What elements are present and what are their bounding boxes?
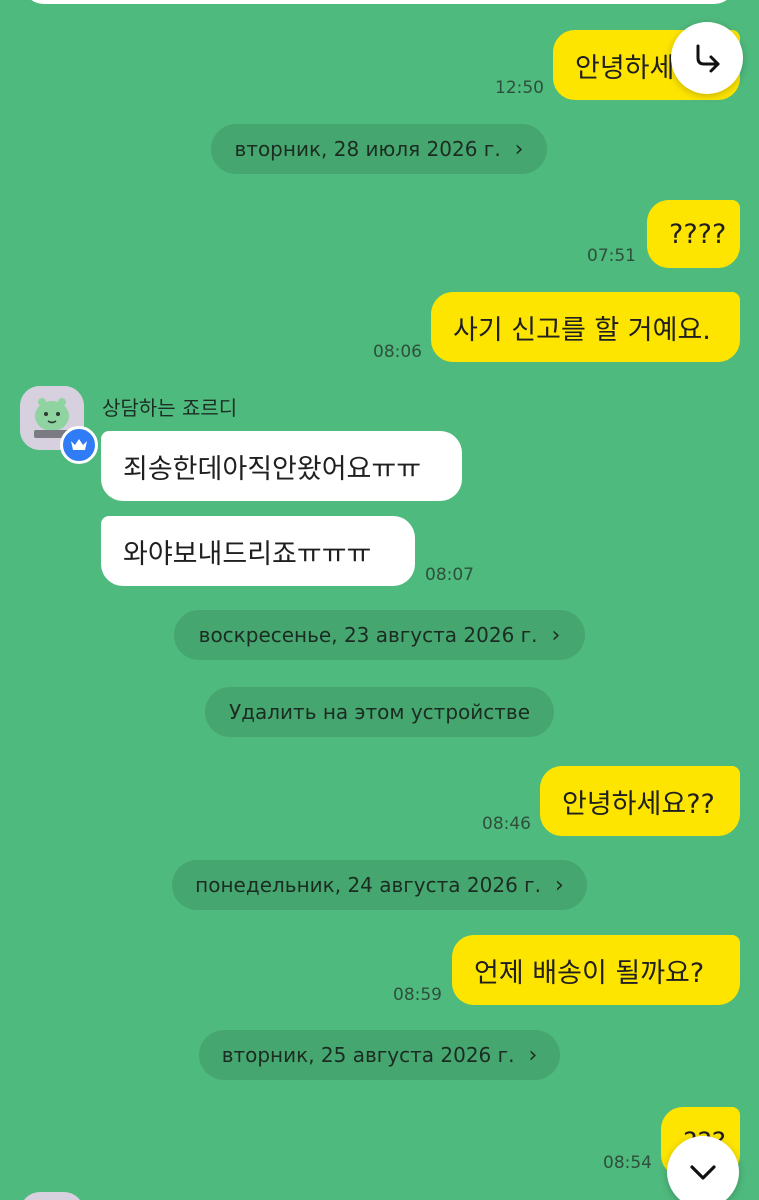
message-time: 12:50 <box>495 78 544 98</box>
share-arrow-icon <box>696 44 720 73</box>
date-label: понедельник, 24 августа 2026 г. <box>195 873 542 897</box>
delete-notice[interactable]: Удалить на этом устройстве <box>205 687 554 737</box>
date-divider[interactable]: понедельник, 24 августа 2026 г. › <box>172 860 587 910</box>
chevron-down-icon <box>690 1165 716 1180</box>
avatar[interactable] <box>20 1192 84 1200</box>
incoming-message[interactable]: 죄송한데아직안왔어요ㅠㅠ <box>101 431 462 501</box>
chevron-right-icon: › <box>514 136 524 162</box>
previous-message-card <box>22 0 736 4</box>
chevron-right-icon: › <box>528 1042 538 1068</box>
chevron-right-icon: › <box>551 622 561 648</box>
message-time: 08:54 <box>603 1153 652 1173</box>
outgoing-message[interactable]: 사기 신고를 할 거예요. <box>431 292 740 362</box>
message-time: 08:59 <box>393 985 442 1005</box>
chevron-right-icon: › <box>555 872 564 898</box>
date-label: вторник, 28 июля 2026 г. <box>234 137 501 161</box>
message-time: 08:06 <box>373 342 422 362</box>
date-divider[interactable]: вторник, 28 июля 2026 г. › <box>211 124 547 174</box>
sender-name: 상담하는 죠르디 <box>102 396 238 420</box>
outgoing-message[interactable]: 언제 배송이 될까요? <box>452 935 740 1005</box>
date-label: вторник, 25 августа 2026 г. <box>221 1043 515 1067</box>
date-label: воскресенье, 23 августа 2026 г. <box>198 623 538 647</box>
delete-notice-label: Удалить на этом устройстве <box>229 700 530 724</box>
chat-room[interactable]: 12:50 안녕하세 вторник, 28 июля 2026 г. › 07… <box>0 0 759 1200</box>
share-button[interactable] <box>671 22 743 94</box>
message-time: 08:07 <box>425 565 474 585</box>
badge <box>60 426 98 464</box>
message-time: 08:46 <box>482 814 531 834</box>
scroll-down-button[interactable] <box>667 1136 739 1200</box>
avatar[interactable] <box>20 386 98 464</box>
outgoing-message[interactable]: ???? <box>647 200 740 268</box>
date-divider[interactable]: воскресенье, 23 августа 2026 г. › <box>174 610 585 660</box>
date-divider[interactable]: вторник, 25 августа 2026 г. › <box>199 1030 560 1080</box>
crown-icon <box>71 439 87 450</box>
outgoing-message[interactable]: 안녕하세요?? <box>540 766 740 836</box>
message-time: 07:51 <box>587 246 636 266</box>
incoming-message[interactable]: 와야보내드리죠ㅠㅠㅠ <box>101 516 415 586</box>
